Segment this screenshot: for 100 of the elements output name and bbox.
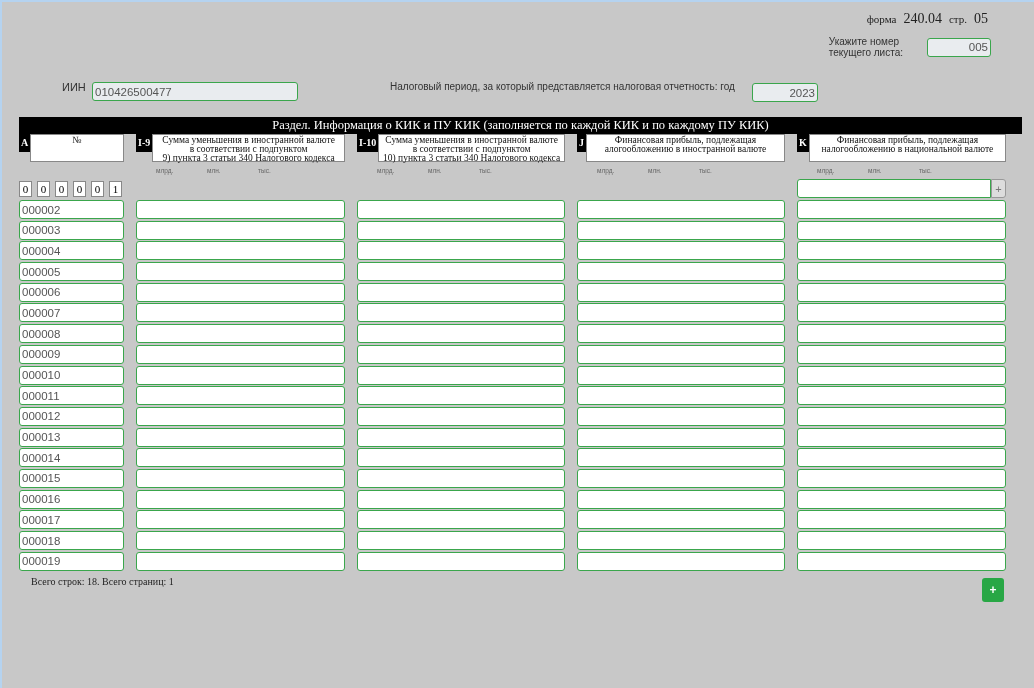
amount-field[interactable] (797, 406, 1006, 426)
amount-field[interactable] (797, 262, 1006, 282)
amount-field[interactable] (136, 365, 345, 385)
amount-field[interactable] (577, 510, 785, 530)
amount-field[interactable] (357, 531, 565, 550)
amount-field[interactable] (136, 282, 345, 302)
amount-field[interactable] (357, 448, 565, 468)
amount-field[interactable] (357, 510, 565, 530)
amount-field[interactable] (136, 386, 345, 406)
amount-field[interactable] (577, 324, 785, 344)
amount-field[interactable] (136, 406, 345, 426)
amount-field[interactable] (797, 489, 1006, 509)
amount-field[interactable] (797, 324, 1006, 344)
amount-field[interactable] (577, 262, 785, 282)
row-number-field[interactable]: 000004 (19, 241, 124, 261)
amount-field[interactable] (577, 406, 785, 426)
amount-field[interactable] (136, 324, 345, 344)
row-number-field[interactable]: 000007 (19, 303, 124, 323)
row-number-field[interactable]: 000012 (19, 406, 124, 426)
amount-field[interactable] (797, 282, 1006, 302)
amount-field[interactable] (357, 220, 565, 240)
amount-field[interactable] (357, 241, 565, 261)
amount-field[interactable] (577, 241, 785, 261)
amount-field[interactable] (357, 303, 565, 323)
row-count-text: Всего строк: 18. Всего страниц: 1 (31, 575, 174, 589)
amount-field[interactable] (136, 344, 345, 364)
amount-field[interactable] (136, 551, 345, 571)
amount-field[interactable] (577, 220, 785, 240)
amount-field[interactable] (136, 262, 345, 282)
column-header: Финансовая прибыль, подлежащая алогообложению в иностранной валюте (586, 134, 785, 162)
amount-field[interactable] (797, 179, 991, 198)
amount-field[interactable] (797, 241, 1006, 261)
amount-field[interactable] (577, 344, 785, 364)
row-number-field[interactable]: 000003 (19, 220, 124, 240)
amount-field[interactable] (136, 489, 345, 509)
page-label: стр. (948, 13, 967, 25)
amount-field[interactable] (797, 365, 1006, 385)
iin-label: ИИН (62, 81, 87, 93)
amount-field[interactable] (136, 220, 345, 240)
row-number-field[interactable]: 000017 (19, 510, 124, 530)
amount-field[interactable] (357, 344, 565, 364)
amount-field[interactable] (136, 531, 345, 550)
amount-field[interactable] (357, 427, 565, 447)
row-number-field[interactable]: 000014 (19, 448, 124, 468)
row-number-field[interactable]: 000009 (19, 344, 124, 364)
row-number-field[interactable]: 000002 (19, 200, 124, 219)
amount-field[interactable] (136, 510, 345, 530)
tax-year-field[interactable]: 2023 (752, 83, 818, 102)
amount-field[interactable] (577, 365, 785, 385)
amount-field[interactable] (357, 324, 565, 344)
amount-field[interactable] (797, 427, 1006, 447)
row-number-field[interactable]: 000019 (19, 551, 124, 571)
amount-field[interactable] (577, 282, 785, 302)
digit-cell: 1 (109, 180, 122, 197)
row-number-field[interactable]: 000008 (19, 324, 124, 344)
amount-field[interactable] (136, 448, 345, 468)
row-number-field[interactable]: 000015 (19, 468, 124, 488)
amount-field[interactable] (577, 448, 785, 468)
amount-field[interactable] (357, 386, 565, 406)
amount-field[interactable] (797, 220, 1006, 240)
amount-field[interactable] (357, 468, 565, 488)
row-number-field[interactable]: 000005 (19, 262, 124, 282)
amount-field[interactable] (357, 262, 565, 282)
amount-field[interactable] (577, 489, 785, 509)
amount-field[interactable] (577, 531, 785, 550)
amount-field[interactable] (577, 200, 785, 219)
amount-field[interactable] (797, 510, 1006, 530)
amount-field[interactable] (357, 406, 565, 426)
amount-field[interactable] (136, 200, 345, 219)
amount-field[interactable] (577, 427, 785, 447)
row-number-field[interactable]: 000011 (19, 386, 124, 406)
iin-field[interactable]: 010426500477 (92, 82, 298, 101)
amount-field[interactable] (357, 200, 565, 219)
amount-field[interactable] (136, 427, 345, 447)
amount-field[interactable] (797, 468, 1006, 488)
column-letter: K (797, 134, 809, 152)
amount-field[interactable] (797, 448, 1006, 468)
amount-field[interactable] (357, 282, 565, 302)
amount-field[interactable] (797, 531, 1006, 550)
amount-field[interactable] (797, 551, 1006, 571)
amount-field[interactable] (357, 551, 565, 571)
amount-field[interactable] (797, 303, 1006, 323)
amount-field[interactable] (797, 386, 1006, 406)
row-number-field[interactable]: 000018 (19, 531, 124, 550)
amount-field[interactable] (357, 365, 565, 385)
amount-field[interactable] (577, 551, 785, 571)
amount-field[interactable] (577, 468, 785, 488)
amount-field[interactable] (577, 303, 785, 323)
row-number-field[interactable]: 000010 (19, 365, 124, 385)
sheet-number-field[interactable]: 005 (927, 37, 991, 57)
row-number-field[interactable]: 000016 (19, 489, 124, 509)
row-number-field[interactable]: 000006 (19, 282, 124, 302)
amount-field[interactable] (577, 386, 785, 406)
amount-field[interactable] (136, 241, 345, 261)
amount-field[interactable] (136, 303, 345, 323)
amount-field[interactable] (797, 344, 1006, 364)
amount-field[interactable] (136, 468, 345, 488)
amount-field[interactable] (797, 200, 1006, 219)
amount-field[interactable] (357, 489, 565, 509)
row-number-field[interactable]: 000013 (19, 427, 124, 447)
